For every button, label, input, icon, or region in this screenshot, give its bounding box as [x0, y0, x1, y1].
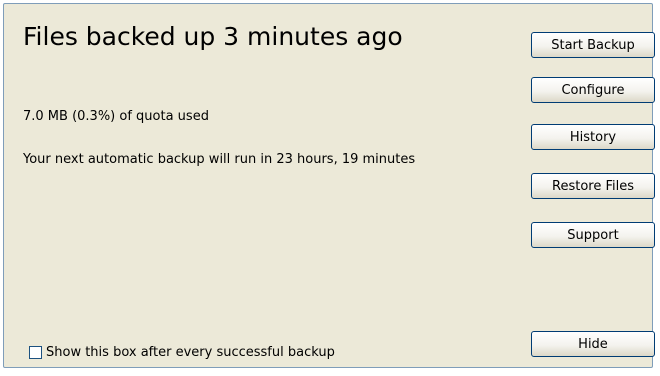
quota-usage-text: 7.0 MB (0.3%) of quota used	[23, 109, 209, 124]
show-after-backup-label: Show this box after every successful bac…	[46, 345, 335, 360]
configure-button[interactable]: Configure	[531, 77, 655, 103]
backup-status-title: Files backed up 3 minutes ago	[23, 22, 403, 51]
show-after-backup-option[interactable]: Show this box after every successful bac…	[29, 345, 335, 360]
backup-status-panel: Files backed up 3 minutes ago 7.0 MB (0.…	[3, 3, 655, 368]
hide-button[interactable]: Hide	[531, 331, 655, 357]
next-backup-text: Your next automatic backup will run in 2…	[23, 152, 416, 167]
restore-files-button[interactable]: Restore Files	[531, 173, 655, 199]
start-backup-button[interactable]: Start Backup	[531, 32, 655, 58]
show-after-backup-checkbox[interactable]	[29, 346, 42, 359]
history-button[interactable]: History	[531, 124, 655, 150]
support-button[interactable]: Support	[531, 222, 655, 248]
